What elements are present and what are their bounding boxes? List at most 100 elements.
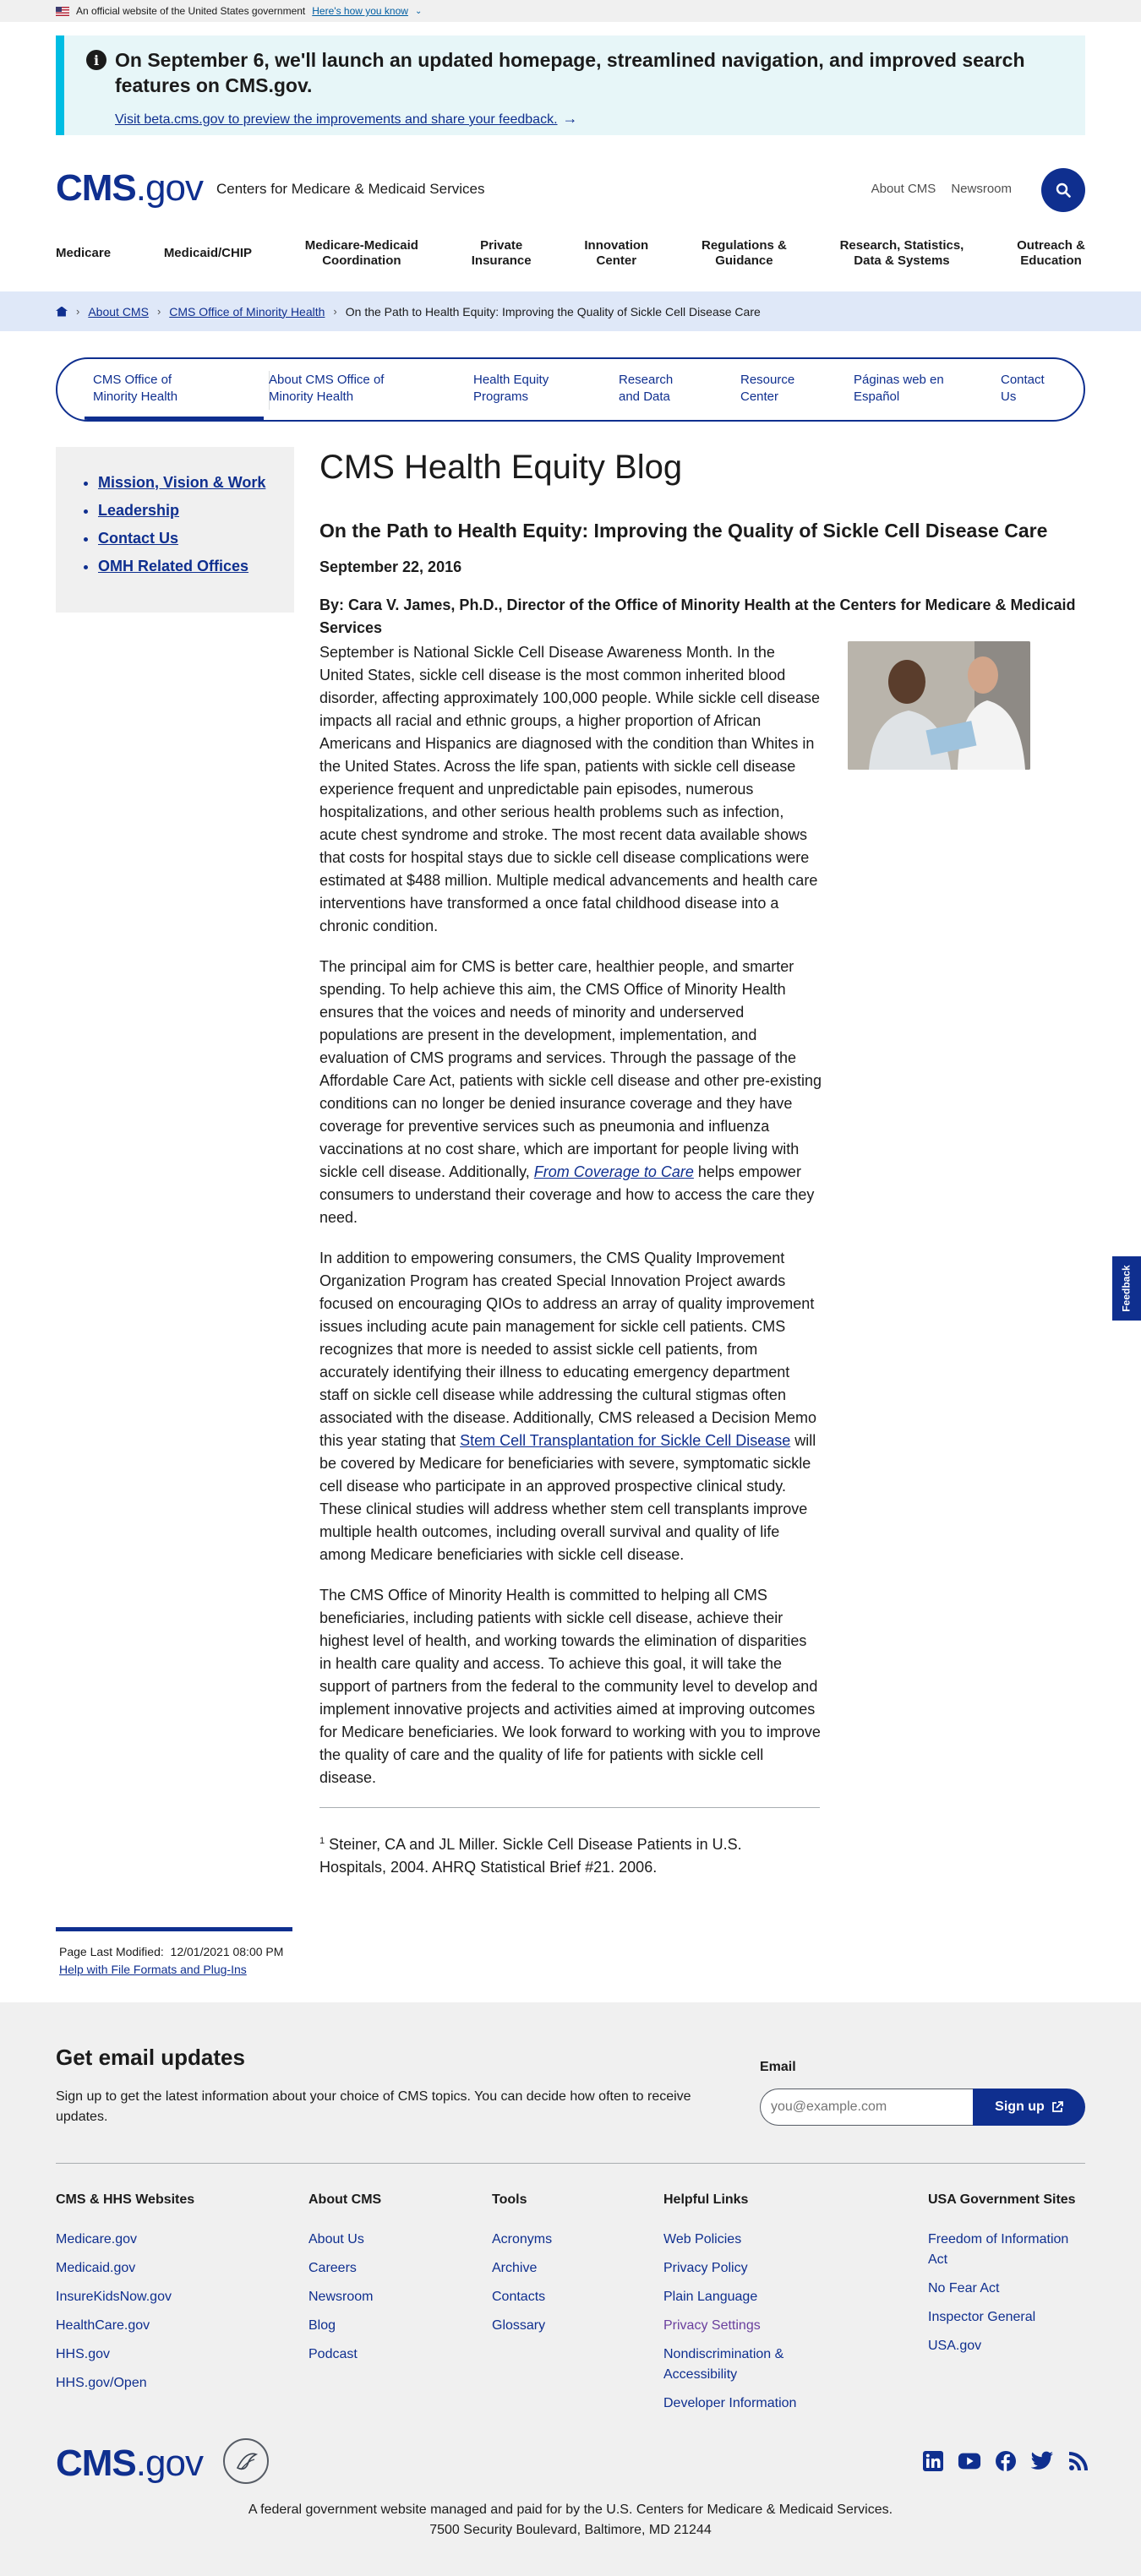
tab-paginas-espanol[interactable]: Páginas web en Español [854, 372, 944, 406]
sidebar-item-leadership[interactable]: Leadership [98, 502, 294, 520]
nav-research-statistics[interactable]: Research, Statistics, Data & Systems [840, 238, 964, 269]
footer-link[interactable]: Glossary [492, 2316, 552, 2336]
footer-link[interactable]: About Us [308, 2230, 381, 2250]
nav-medicare[interactable]: Medicare [56, 238, 111, 269]
footer-link[interactable]: Nondiscrimination & Accessibility [663, 2345, 824, 2385]
about-cms-link[interactable]: About CMS [871, 182, 936, 196]
us-flag-icon [56, 6, 69, 16]
footer-link[interactable]: Privacy Settings [663, 2316, 824, 2336]
footer-link[interactable]: Web Policies [663, 2230, 824, 2250]
footer-link[interactable]: Archive [492, 2258, 552, 2279]
hhs-seal-icon[interactable] [223, 2438, 269, 2484]
twitter-icon[interactable] [1030, 2449, 1054, 2473]
sidebar-item-mission[interactable]: Mission, Vision & Work [98, 474, 294, 492]
footer-col-cms-hhs: CMS & HHS Websites Medicare.gov Medicaid… [56, 2192, 194, 2402]
footer-link[interactable]: Freedom of Information Act [928, 2230, 1085, 2270]
info-icon: i [86, 50, 106, 70]
gov-banner-text: An official website of the United States… [76, 5, 306, 17]
social-links [921, 2449, 1090, 2473]
footnote: 1 Steiner, CA and JL Miller. Sickle Cell… [319, 1836, 742, 1876]
footer-link[interactable]: Inspector General [928, 2307, 1085, 2328]
nav-outreach-education[interactable]: Outreach & Education [1017, 238, 1085, 269]
beta-preview-link[interactable]: Visit beta.cms.gov to preview the improv… [115, 110, 578, 128]
alert-heading: On September 6, we'll launch an updated … [115, 49, 1025, 96]
last-modified-label: Page Last Modified: [59, 1945, 164, 1958]
rss-icon[interactable] [1067, 2449, 1090, 2473]
email-field[interactable] [760, 2089, 976, 2126]
breadcrumb-about-cms[interactable]: About CMS [88, 305, 149, 319]
main-nav: Medicare Medicaid/CHIP Medicare-Medicaid… [56, 238, 1085, 269]
footer-link[interactable]: Privacy Policy [663, 2258, 824, 2279]
footer-link[interactable]: Medicaid.gov [56, 2258, 194, 2279]
patient-doctor-photo [848, 641, 1030, 770]
footer-link[interactable]: Newsroom [308, 2287, 381, 2307]
nav-medicare-medicaid-coordination[interactable]: Medicare-Medicaid Coordination [305, 238, 418, 269]
tab-resource-center[interactable]: Resource Center [740, 372, 794, 406]
article: CMS Health Equity Blog On the Path to He… [319, 447, 1085, 1879]
external-link-icon [1051, 2101, 1063, 2112]
newsroom-link[interactable]: Newsroom [951, 182, 1012, 196]
file-formats-help-link[interactable]: Help with File Formats and Plug-Ins [59, 1963, 247, 1976]
email-updates-heading: Get email updates [56, 2045, 245, 2070]
footer-link[interactable]: USA.gov [928, 2336, 1085, 2356]
section-tabs: CMS Office of Minority Health About CMS … [56, 357, 1085, 422]
article-title: On the Path to Health Equity: Improving … [319, 520, 1048, 542]
search-icon [1056, 182, 1071, 198]
footer-link[interactable]: Podcast [308, 2345, 381, 2365]
search-button[interactable] [1041, 168, 1085, 212]
nav-medicaid-chip[interactable]: Medicaid/CHIP [164, 238, 252, 269]
footer-link[interactable]: Acronyms [492, 2230, 552, 2250]
tab-health-equity-programs[interactable]: Health Equity Programs [473, 372, 549, 406]
footer-col-helpful-links: Helpful Links Web Policies Privacy Polic… [663, 2192, 824, 2422]
tab-about-omh[interactable]: About CMS Office of Minority Health [269, 372, 384, 406]
heres-how-you-know-link[interactable]: Here's how you know [312, 5, 408, 17]
footer-link[interactable]: No Fear Act [928, 2279, 1085, 2299]
home-icon[interactable] [56, 306, 68, 317]
footer-link[interactable]: Blog [308, 2316, 381, 2336]
email-label: Email [760, 2060, 796, 2074]
footer-link[interactable]: Plain Language [663, 2287, 824, 2307]
footer-link[interactable]: Medicare.gov [56, 2230, 194, 2250]
page-title: CMS Health Equity Blog [319, 449, 683, 486]
stem-cell-transplantation-link[interactable]: Stem Cell Transplantation for Sickle Cel… [460, 1432, 790, 1449]
article-paragraph-4: The CMS Office of Minority Health is com… [319, 1587, 821, 1786]
footer-col-usa-gov: USA Government Sites Freedom of Informat… [928, 2192, 1085, 2365]
footer-link[interactable]: HHS.gov/Open [56, 2373, 194, 2394]
nav-innovation-center[interactable]: Innovation Center [584, 238, 648, 269]
nav-private-insurance[interactable]: Private Insurance [472, 238, 532, 269]
footer-link[interactable]: Contacts [492, 2287, 552, 2307]
site-name: Centers for Medicare & Medicaid Services [216, 181, 485, 197]
footer-link[interactable]: HealthCare.gov [56, 2316, 194, 2336]
active-tab-indicator [85, 417, 264, 420]
linkedin-icon[interactable] [921, 2449, 945, 2473]
breadcrumb: › About CMS › CMS Office of Minority Hea… [0, 291, 1141, 331]
sign-up-button[interactable]: Sign up [973, 2089, 1085, 2126]
chevron-right-icon: › [333, 305, 337, 318]
tab-cms-office-minority-health[interactable]: CMS Office of Minority Health [93, 372, 177, 406]
last-modified-date: 12/01/2021 08:00 PM [170, 1945, 284, 1958]
footer-link[interactable]: Developer Information [663, 2394, 824, 2414]
sidebar-item-contact[interactable]: Contact Us [98, 530, 294, 547]
facebook-icon[interactable] [994, 2449, 1018, 2473]
chevron-right-icon: › [156, 305, 161, 318]
footer-col-tools: Tools Acronyms Archive Contacts Glossary [492, 2192, 552, 2345]
footer-link[interactable]: HHS.gov [56, 2345, 194, 2365]
tab-research-data[interactable]: Research and Data [619, 372, 673, 406]
article-date: September 22, 2016 [319, 558, 462, 575]
nav-regulations-guidance[interactable]: Regulations & Guidance [702, 238, 787, 269]
footer-link[interactable]: Careers [308, 2258, 381, 2279]
footer-link[interactable]: InsureKidsNow.gov [56, 2287, 194, 2307]
from-coverage-to-care-link[interactable]: From Coverage to Care [534, 1163, 694, 1180]
site-alert: i On September 6, we'll launch an update… [56, 35, 1085, 135]
breadcrumb-omh[interactable]: CMS Office of Minority Health [169, 305, 325, 319]
chevron-down-icon[interactable]: ⌄ [415, 7, 422, 16]
youtube-icon[interactable] [958, 2449, 981, 2473]
utility-nav: About CMS Newsroom [871, 182, 1012, 196]
arrow-right-icon: → [562, 110, 578, 127]
cms-logo[interactable]: CMS.gov [56, 170, 204, 207]
feedback-tab[interactable]: Feedback [1112, 1256, 1141, 1321]
sidebar-item-omh-offices[interactable]: OMH Related Offices [98, 558, 294, 575]
tab-contact-us[interactable]: Contact Us [1001, 372, 1045, 406]
article-byline: By: Cara V. James, Ph.D., Director of th… [319, 596, 1076, 636]
footer-cms-logo[interactable]: CMS.gov [56, 2445, 204, 2482]
